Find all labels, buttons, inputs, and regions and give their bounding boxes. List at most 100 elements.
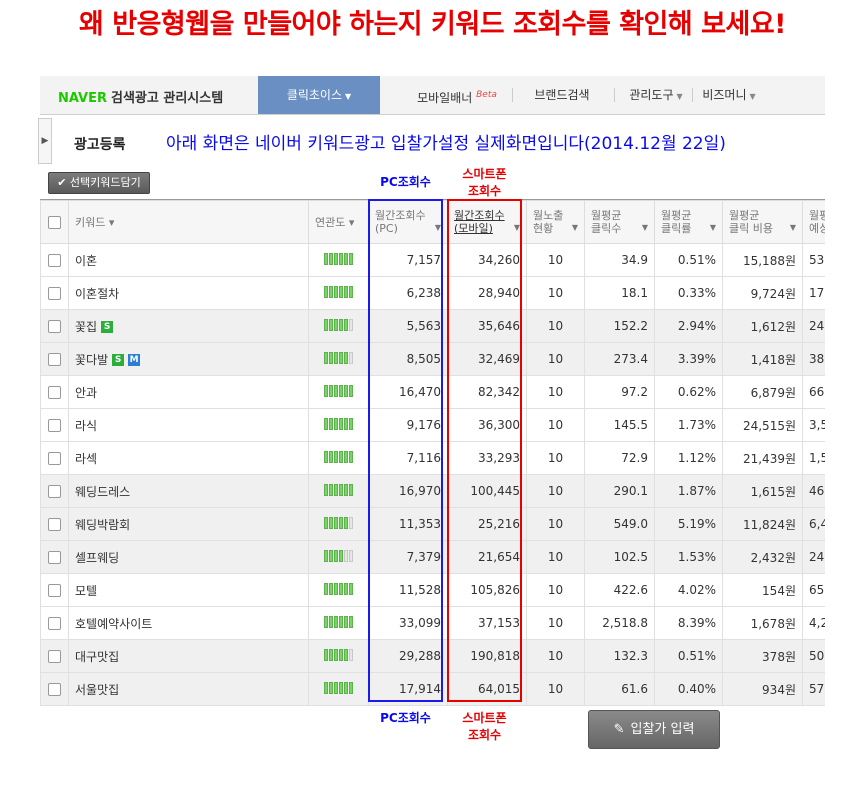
relevance-bar	[343, 549, 348, 562]
row-checkbox[interactable]	[40, 639, 69, 673]
pc-views-cell: 9,176	[368, 408, 448, 442]
avg-cost-cell: 1,678원	[722, 606, 803, 640]
table-row: 웨딩드레스 16,970100,44510290.11.87%1,615원468	[40, 474, 825, 508]
relevance-bar	[323, 582, 328, 595]
relevance-meter	[308, 474, 369, 508]
relevance-bar	[328, 417, 333, 430]
mobile-views-cell: 64,015	[447, 672, 527, 706]
tab-mobile-banner[interactable]: 모바일배너 Beta	[412, 76, 502, 114]
avg-spend-cell: 57	[802, 672, 825, 706]
avg-cost-cell: 934원	[722, 672, 803, 706]
relevance-bar	[323, 351, 328, 364]
relevance-bar	[348, 615, 353, 628]
system-name: 검색광고 관리시스템	[111, 91, 224, 106]
enter-bid-button[interactable]: ✎ 입찰가 입력	[588, 710, 720, 749]
row-checkbox[interactable]	[40, 540, 69, 574]
pc-views-cell: 8,505	[368, 342, 448, 376]
exposure-cell: 10	[526, 342, 585, 376]
relevance-bar	[333, 516, 338, 529]
relevance-bar	[338, 483, 343, 496]
nav-divider	[512, 88, 513, 102]
table-row: 웨딩박람회 11,35325,21610549.05.19%11,824원6,4	[40, 507, 825, 541]
avg-spend-cell: 1,5	[802, 441, 825, 475]
relevance-meter	[308, 573, 369, 607]
row-checkbox[interactable]	[40, 606, 69, 640]
mobile-views-cell: 35,646	[447, 309, 527, 343]
relevance-meter	[308, 540, 369, 574]
row-checkbox[interactable]	[40, 309, 69, 343]
row-checkbox[interactable]	[40, 474, 69, 508]
pc-views-annotation: PC조회수	[380, 175, 431, 189]
row-checkbox[interactable]	[40, 342, 69, 376]
avg-spend-cell: 65	[802, 573, 825, 607]
avg-clicks-cell: 273.4	[584, 342, 655, 376]
relevance-bar	[328, 648, 333, 661]
pc-views-cell: 7,157	[368, 243, 448, 277]
col-mobile-views[interactable]: 월간조회수 (모바일) ▼	[447, 200, 527, 244]
keyword-cell: 이혼	[68, 243, 309, 277]
avg-spend-cell: 249	[802, 540, 825, 574]
relevance-bar	[328, 516, 333, 529]
relevance-meter	[308, 441, 369, 475]
avg-ctr-cell: 1.87%	[654, 474, 723, 508]
select-keywords-button[interactable]: ✔ 선택키워드담기	[48, 172, 150, 194]
avg-ctr-cell: 4.02%	[654, 573, 723, 607]
tab-bizmoney[interactable]: 비즈머니 ▼	[698, 76, 760, 114]
avg-cost-cell: 2,432원	[722, 540, 803, 574]
row-checkbox[interactable]	[40, 243, 69, 277]
avg-spend-cell: 668	[802, 375, 825, 409]
relevance-bar	[338, 417, 343, 430]
sidebar-toggle-arrow-icon[interactable]: ▶	[38, 118, 52, 164]
avg-spend-cell: 3,5	[802, 408, 825, 442]
avg-ctr-cell: 1.12%	[654, 441, 723, 475]
relevance-bar	[323, 285, 328, 298]
mobile-views-cell: 36,300	[447, 408, 527, 442]
row-checkbox[interactable]	[40, 672, 69, 706]
brand-logo[interactable]: NAVER 검색광고 관리시스템	[58, 87, 223, 106]
exposure-cell: 10	[526, 441, 585, 475]
row-checkbox[interactable]	[40, 573, 69, 607]
avg-clicks-cell: 132.3	[584, 639, 655, 673]
relevance-bar	[333, 549, 338, 562]
avg-clicks-cell: 422.6	[584, 573, 655, 607]
sort-arrow-icon: ▼	[641, 223, 648, 232]
col-pc-views[interactable]: 월간조회수 (PC) ▼	[368, 200, 448, 244]
avg-clicks-cell: 18.1	[584, 276, 655, 310]
col-avg-ctr[interactable]: 월평균 클릭률 ▼	[654, 200, 723, 244]
avg-ctr-cell: 0.51%	[654, 243, 723, 277]
col-keyword[interactable]: 키워드 ▾	[68, 200, 309, 244]
col-avg-cost[interactable]: 월평균 클릭 비용 ▼	[722, 200, 803, 244]
avg-spend-cell: 530	[802, 243, 825, 277]
relevance-bar	[343, 318, 348, 331]
exposure-cell: 10	[526, 474, 585, 508]
col-exposure[interactable]: 월노출 현황 ▼	[526, 200, 585, 244]
tab-brand-search[interactable]: 브랜드검색	[522, 76, 602, 114]
row-checkbox[interactable]	[40, 507, 69, 541]
relevance-bar	[323, 648, 328, 661]
relevance-bar	[328, 384, 333, 397]
relevance-bar	[348, 318, 353, 331]
table-row: 셀프웨딩 7,37921,65410102.51.53%2,432원249	[40, 540, 825, 574]
row-checkbox[interactable]	[40, 408, 69, 442]
row-checkbox[interactable]	[40, 375, 69, 409]
relevance-bar	[323, 384, 328, 397]
keyword-cell: 셀프웨딩	[68, 540, 309, 574]
keyword-cell: 라식	[68, 408, 309, 442]
select-all-checkbox[interactable]	[40, 200, 69, 244]
relevance-bar	[328, 252, 333, 265]
avg-spend-cell: 50	[802, 639, 825, 673]
tab-management-tools[interactable]: 관리도구 ▼	[626, 76, 686, 114]
tab-clickchoice[interactable]: 클릭초이스 ▼	[258, 76, 380, 114]
relevance-bar	[343, 648, 348, 661]
col-avg-spend[interactable]: 월평예싱	[802, 200, 825, 244]
col-avg-clicks[interactable]: 월평균 클릭수 ▼	[584, 200, 655, 244]
row-checkbox[interactable]	[40, 276, 69, 310]
col-relevance[interactable]: 연관도 ▾	[308, 200, 369, 244]
avg-clicks-cell: 34.9	[584, 243, 655, 277]
table-header-row: 키워드 ▾ 연관도 ▾ 월간조회수 (PC) ▼ 월간조회수 (모바일) ▼ 월노출 현황…	[40, 200, 825, 244]
row-checkbox[interactable]	[40, 441, 69, 475]
avg-clicks-cell: 152.2	[584, 309, 655, 343]
keyword-cell: 이혼절차	[68, 276, 309, 310]
promo-headline: 왜 반응형웹을 만들어야 하는지 키워드 조회수를 확인해 보세요!	[79, 9, 786, 40]
caret-down-icon: ▼	[749, 92, 756, 101]
